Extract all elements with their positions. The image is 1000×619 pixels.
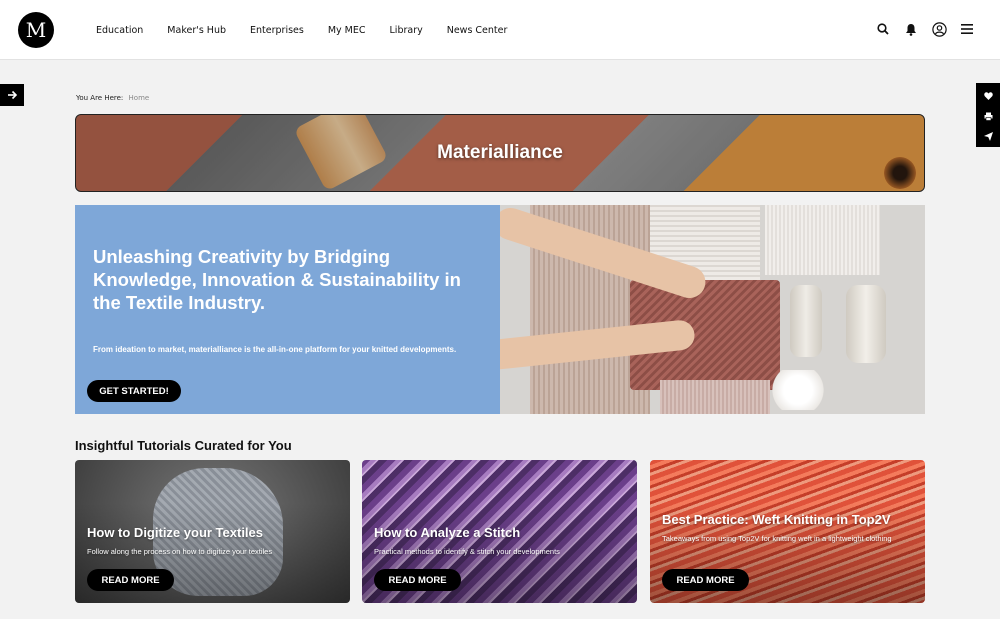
menu-icon[interactable]	[956, 18, 978, 40]
card-title: How to Digitize your Textiles	[87, 525, 264, 540]
get-started-button[interactable]: GET STARTED!	[87, 380, 181, 402]
card-subtitle: Takeaways from using Top2V for knitting …	[662, 534, 892, 543]
print-icon[interactable]	[984, 106, 993, 125]
read-more-button[interactable]: READ MORE	[662, 569, 749, 591]
breadcrumb: You Are Here: Home	[76, 94, 149, 102]
section-heading: Insightful Tutorials Curated for You	[75, 438, 292, 453]
tutorial-card[interactable]: How to Analyze a Stitch Practical method…	[362, 460, 637, 603]
send-icon[interactable]	[983, 126, 993, 145]
card-title: Best Practice: Weft Knitting in Top2V	[662, 512, 891, 527]
nav-enterprises[interactable]: Enterprises	[250, 25, 304, 36]
tutorial-card[interactable]: Best Practice: Weft Knitting in Top2V Ta…	[650, 460, 925, 603]
header-actions	[866, 18, 978, 40]
page-banner: Materialliance	[75, 114, 925, 192]
read-more-button[interactable]: READ MORE	[374, 569, 461, 591]
page-title: Materialliance	[437, 142, 563, 163]
main-nav: Education Maker's Hub Enterprises My MEC…	[84, 0, 519, 60]
nav-news-center[interactable]: News Center	[447, 25, 508, 36]
hero-text-panel: Unleashing Creativity by Bridging Knowle…	[75, 205, 500, 414]
user-icon[interactable]	[928, 18, 950, 40]
tutorial-card[interactable]: How to Digitize your Textiles Follow alo…	[75, 460, 350, 603]
top-header: M Education Maker's Hub Enterprises My M…	[0, 0, 1000, 60]
hero-textile-image	[500, 205, 925, 414]
breadcrumb-label: You Are Here:	[76, 94, 124, 102]
heart-icon[interactable]	[983, 85, 993, 104]
bell-icon[interactable]	[900, 18, 922, 40]
card-subtitle: Practical methods to identify & stitch y…	[374, 547, 560, 556]
nav-education[interactable]: Education	[96, 25, 143, 36]
nav-library[interactable]: Library	[390, 25, 423, 36]
logo[interactable]: M	[18, 12, 54, 48]
nav-makers-hub[interactable]: Maker's Hub	[167, 25, 226, 36]
card-subtitle: Follow along the process on how to digit…	[87, 547, 273, 556]
nav-my-mec[interactable]: My MEC	[328, 25, 366, 36]
breadcrumb-home[interactable]: Home	[129, 94, 150, 102]
arrow-right-icon[interactable]	[0, 84, 24, 106]
hero-subtitle: From ideation to market, materialliance …	[93, 345, 457, 354]
search-icon[interactable]	[872, 18, 894, 40]
read-more-button[interactable]: READ MORE	[87, 569, 174, 591]
card-title: How to Analyze a Stitch	[374, 525, 521, 540]
share-toolbar	[976, 83, 1000, 147]
hero-section: Unleashing Creativity by Bridging Knowle…	[75, 205, 925, 414]
hero-title: Unleashing Creativity by Bridging Knowle…	[93, 246, 461, 313]
